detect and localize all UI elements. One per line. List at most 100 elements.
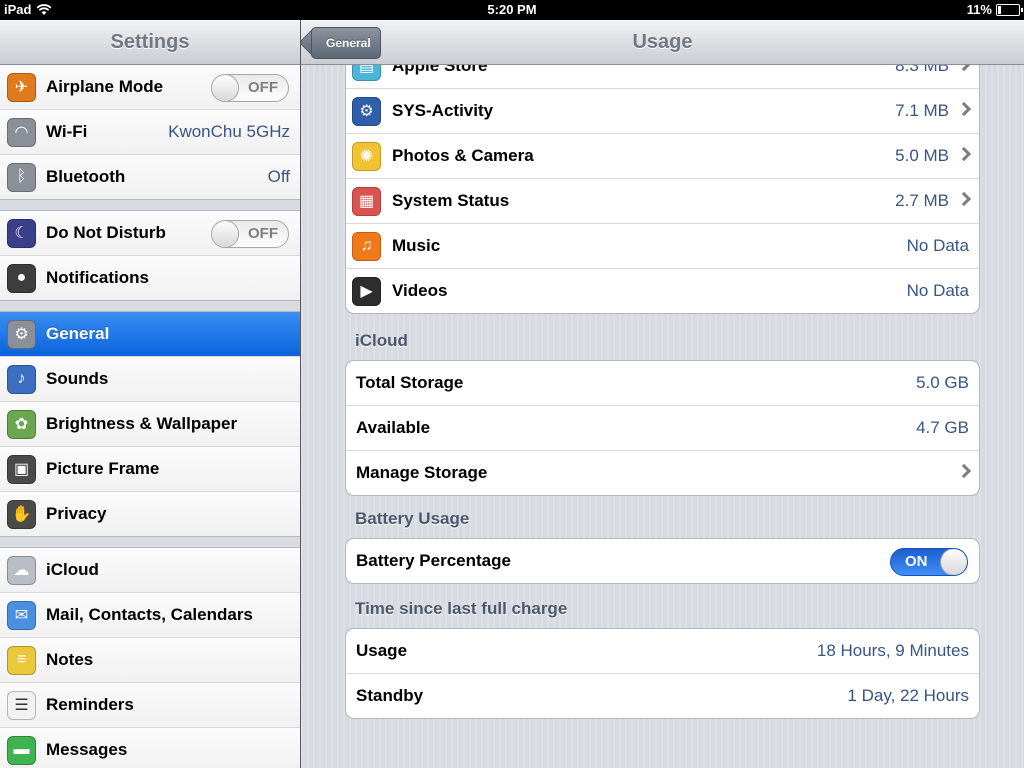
- app-name: System Status: [392, 191, 510, 210]
- wifi-icon: ◠: [7, 117, 36, 147]
- hand-icon: ✋: [7, 499, 36, 529]
- clock: 5:20 PM: [487, 2, 537, 17]
- reminders-icon: ☰: [7, 690, 36, 720]
- system-status-icon: ▦: [352, 186, 381, 216]
- sidebar-item-label: Bluetooth: [46, 167, 126, 186]
- sidebar-item-notes[interactable]: ≡ Notes: [0, 638, 300, 683]
- sidebar-item-value: Off: [267, 167, 290, 186]
- sidebar-item-do-not-disturb[interactable]: ☾ Do Not Disturb OFF: [0, 211, 300, 256]
- sidebar-item-airplane-mode[interactable]: ✈ Airplane Mode OFF: [0, 65, 300, 110]
- time-row-standby: Standby 1 Day, 22 Hours: [346, 674, 979, 718]
- messages-icon: ▬: [7, 735, 36, 765]
- airplane-mode-toggle[interactable]: OFF: [211, 74, 289, 102]
- toggle-state-label: OFF: [248, 79, 278, 96]
- battery-percentage-toggle[interactable]: ON: [890, 548, 968, 576]
- sidebar-item-label: Wi-Fi: [46, 122, 88, 141]
- sidebar-item-value: KwonChu 5GHz: [168, 122, 290, 141]
- usage-detail-pane: General Usage ▤ Apple Store 8.3 MB ⚙ SYS-Act…: [301, 20, 1024, 768]
- toggle-knob: [212, 221, 238, 247]
- chevron-right-icon: [956, 191, 972, 207]
- icloud-section-title: iCloud: [355, 331, 408, 350]
- app-size: 7.1 MB: [895, 101, 949, 120]
- sidebar-item-wi-fi[interactable]: ◠ Wi-Fi KwonChu 5GHz: [0, 110, 300, 155]
- sidebar-item-label: Reminders: [46, 695, 134, 714]
- app-name: Videos: [392, 281, 448, 300]
- sidebar-item-picture-frame[interactable]: ▣ Picture Frame: [0, 447, 300, 492]
- sidebar-item-label: Messages: [46, 740, 128, 759]
- toggle-knob: [941, 549, 967, 575]
- sidebar-item-icloud[interactable]: ☁ iCloud: [0, 548, 300, 593]
- picture-frame-icon: ▣: [7, 454, 36, 484]
- speaker-icon: ♪: [7, 364, 36, 394]
- sidebar-item-label: Notifications: [46, 268, 149, 287]
- settings-group: ✈ Airplane Mode OFF ◠ Wi-Fi KwonChu 5GHz ᛒ Blue…: [0, 65, 300, 199]
- time-row-value: 1 Day, 22 Hours: [847, 686, 969, 705]
- chevron-right-icon: [956, 146, 972, 162]
- sidebar-item-label: iCloud: [46, 560, 99, 579]
- sidebar-item-label: Sounds: [46, 369, 109, 388]
- settings-group: ☾ Do Not Disturb OFF ● Notifications: [0, 211, 300, 300]
- sidebar-item-bluetooth[interactable]: ᛒ Bluetooth Off: [0, 155, 300, 199]
- settings-title: Settings: [110, 31, 190, 53]
- sidebar-item-label: Picture Frame: [46, 459, 160, 478]
- sidebar-item-label: Privacy: [46, 504, 107, 523]
- toggle-state-label: ON: [905, 553, 928, 570]
- settings-group: ⚙ General ♪ Sounds ✿ Brightness & Wallpaper ▣ P…: [0, 312, 300, 536]
- icloud-row-value: 5.0 GB: [916, 373, 969, 392]
- battery-section-title: Battery Usage: [355, 509, 470, 528]
- time-row-label: Usage: [356, 641, 408, 660]
- sidebar-item-label: General: [46, 324, 110, 343]
- sidebar-item-privacy[interactable]: ✋ Privacy: [0, 492, 300, 536]
- do-not-disturb-toggle[interactable]: OFF: [211, 220, 289, 248]
- battery-percentage-row: Battery Percentage ON: [346, 539, 979, 583]
- sidebar-item-label: Airplane Mode: [46, 77, 164, 96]
- toggle-state-label: OFF: [248, 225, 278, 242]
- videos-icon: ▶: [352, 276, 381, 306]
- battery-icon: [996, 3, 1023, 16]
- sidebar-item-reminders[interactable]: ☰ Reminders: [0, 683, 300, 728]
- app-usage-row-photos-camera[interactable]: ✺ Photos & Camera 5.0 MB: [346, 134, 979, 179]
- notifications-icon: ●: [7, 263, 36, 293]
- icloud-row-label: Total Storage: [356, 373, 464, 392]
- time-row-label: Standby: [356, 686, 424, 705]
- icloud-row-value: 4.7 GB: [916, 418, 969, 437]
- flower-icon: ✿: [7, 409, 36, 439]
- usage-header: General Usage: [301, 20, 1024, 65]
- group-separator: [0, 300, 300, 312]
- sidebar-item-label: Mail, Contacts, Calendars: [46, 605, 253, 624]
- sidebar-item-notifications[interactable]: ● Notifications: [0, 256, 300, 300]
- icloud-card: Total Storage 5.0 GB Available 4.7 GB Manage…: [345, 360, 980, 496]
- bluetooth-icon: ᛒ: [7, 162, 36, 192]
- app-size: No Data: [906, 236, 969, 255]
- app-usage-row-music: ♫ Music No Data: [346, 224, 979, 269]
- sys-activity-icon: ⚙: [352, 96, 381, 126]
- time-since-card: Usage 18 Hours, 9 Minutes Standby 1 Day, 22…: [345, 628, 980, 719]
- sidebar-item-sounds[interactable]: ♪ Sounds: [0, 357, 300, 402]
- group-separator: [0, 199, 300, 211]
- sidebar-item-brightness-wallpaper[interactable]: ✿ Brightness & Wallpaper: [0, 402, 300, 447]
- icloud-row-available: Available 4.7 GB: [346, 406, 979, 451]
- app-name: Music: [392, 236, 441, 255]
- sidebar-item-messages[interactable]: ▬ Messages: [0, 728, 300, 768]
- battery-percentage-label: Battery Percentage: [356, 551, 511, 570]
- icloud-row-total-storage: Total Storage 5.0 GB: [346, 361, 979, 406]
- app-size: No Data: [906, 281, 969, 300]
- moon-icon: ☾: [7, 218, 36, 248]
- cloud-icon: ☁: [7, 555, 36, 585]
- sidebar-item-general[interactable]: ⚙ General: [0, 312, 300, 357]
- settings-group: ☁ iCloud ✉ Mail, Contacts, Calendars ≡ Notes ☰…: [0, 548, 300, 768]
- app-usage-row-system-status[interactable]: ▦ System Status 2.7 MB: [346, 179, 979, 224]
- status-bar: iPad 5:20 PM 11%: [0, 0, 1024, 20]
- sidebar-item-mail-contacts-calendars[interactable]: ✉ Mail, Contacts, Calendars: [0, 593, 300, 638]
- app-name: Photos & Camera: [392, 146, 534, 165]
- icloud-row-manage-storage[interactable]: Manage Storage: [346, 451, 979, 495]
- icloud-row-label: Manage Storage: [356, 463, 488, 482]
- app-usage-row-sys-activity[interactable]: ⚙ SYS-Activity 7.1 MB: [346, 89, 979, 134]
- sunflower-icon: ✺: [352, 141, 381, 171]
- app-name: SYS-Activity: [392, 101, 494, 120]
- app-size: 2.7 MB: [895, 191, 949, 210]
- settings-list[interactable]: ✈ Airplane Mode OFF ◠ Wi-Fi KwonChu 5GHz ᛒ Blue…: [0, 65, 300, 768]
- toggle-knob: [212, 75, 238, 101]
- usage-title: Usage: [632, 31, 693, 53]
- app-usage-row-videos: ▶ Videos No Data: [346, 269, 979, 313]
